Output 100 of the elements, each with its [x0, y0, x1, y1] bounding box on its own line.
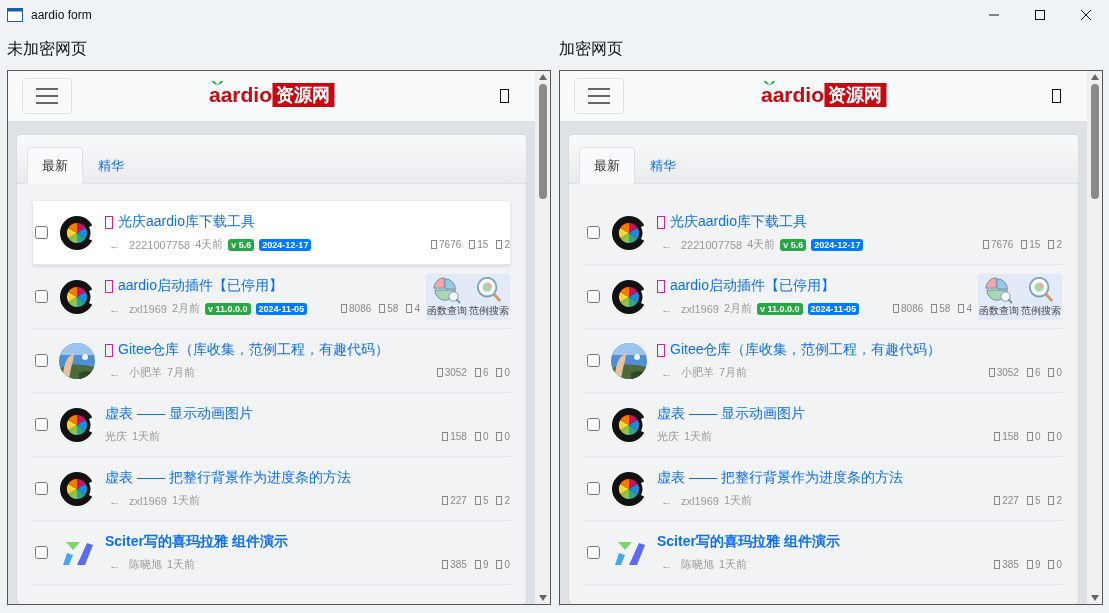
post-time: 1天前	[723, 493, 753, 508]
checkbox[interactable]	[35, 290, 48, 303]
topic-title-link[interactable]: 虚表 —— 显示动画图片	[105, 405, 253, 423]
box-icon	[496, 496, 503, 505]
version-badge: v 5.6	[228, 238, 255, 251]
tab[interactable]: 最新	[579, 147, 635, 184]
checkbox[interactable]	[587, 482, 600, 495]
logo-text: aardio	[209, 83, 272, 107]
stat-count: 2	[504, 239, 510, 250]
stat-count: 7676	[439, 239, 462, 250]
topic-title-link[interactable]: Gitee仓库（库收集，范例工程，有趣代码）	[670, 341, 942, 359]
menu-button[interactable]	[574, 78, 624, 114]
topic-row[interactable]: 光庆aardio库下载工具 ← 2221007758 4天前 v 5.6 2024-12-17 7676 15 2	[33, 201, 510, 265]
post-time: 1天前	[719, 557, 748, 572]
topic-row[interactable]: 虚表 —— 显示动画图片 光庆 1天前 158 0 0	[33, 393, 510, 457]
avatar-logo-icon	[59, 470, 95, 507]
author-name: 光庆	[105, 429, 127, 444]
checkbox[interactable]	[35, 546, 48, 559]
avatar-logo-icon	[611, 470, 647, 507]
stat-count: 0	[1056, 559, 1062, 570]
box-icon	[1048, 560, 1055, 569]
box-icon	[983, 240, 990, 249]
reply-arrow: ←	[109, 238, 120, 251]
logo-text: aardio	[761, 83, 824, 107]
box-icon	[474, 496, 481, 505]
scrollbar-thumb[interactable]	[538, 84, 547, 199]
author-name: zxl1969	[129, 494, 167, 507]
topic-title-link[interactable]: Gitee仓库（库收集，范例工程，有趣代码）	[118, 341, 390, 359]
tool-button[interactable]: 范例搜索	[468, 275, 510, 318]
stat-count: 0	[504, 431, 510, 442]
apple-leaf-icon	[211, 79, 223, 85]
topic-title-link[interactable]: Sciter写的喜玛拉雅 组件演示	[105, 533, 288, 551]
stat-count: 7676	[991, 239, 1014, 250]
topic-title-link[interactable]: aardio启动插件【已停用】	[670, 277, 835, 295]
checkbox[interactable]	[587, 290, 600, 303]
scrollbar-thumb[interactable]	[1090, 84, 1099, 199]
box-icon	[436, 368, 443, 377]
checkbox[interactable]	[587, 418, 600, 431]
topic-row[interactable]: aardio启动插件【已停用】 ← zxl1969 2月前 v 11.0.0.0 2024-11-05 8086 58 4 函数查询 范例搜索	[585, 265, 1062, 329]
topic-title-link[interactable]: 虚表 —— 显示动画图片	[657, 405, 805, 423]
topic-title-link[interactable]: 光庆aardio库下载工具	[118, 213, 255, 231]
checkbox[interactable]	[35, 226, 48, 239]
topic-row[interactable]: 虚表 —— 把整行背景作为进度条的方法 ← zxl1969 1天前 227 5 2	[585, 457, 1062, 521]
stat-count: 0	[504, 559, 510, 570]
scrollbar[interactable]	[1087, 71, 1102, 604]
date-badge: 2024-11-05	[807, 302, 860, 315]
box-icon	[1048, 496, 1055, 505]
tool-button[interactable]: 函数查询	[426, 275, 468, 318]
topic-title-link[interactable]: Sciter写的喜玛拉雅 组件演示	[657, 533, 840, 551]
post-time: 7月前	[167, 365, 196, 380]
box-icon	[1048, 368, 1055, 377]
stat-count: 0	[1056, 431, 1062, 442]
stat-count: 6	[482, 367, 489, 378]
scroll-down-icon	[1090, 595, 1099, 601]
author-name: 小肥羊	[681, 365, 714, 380]
checkbox[interactable]	[35, 354, 48, 367]
checkbox[interactable]	[587, 354, 600, 367]
reply-arrow: ←	[109, 366, 120, 379]
topic-title-link[interactable]: 虚表 —— 把整行背景作为进度条的方法	[105, 469, 351, 487]
tool-button[interactable]: 范例搜索	[1020, 275, 1062, 318]
checkbox[interactable]	[35, 482, 48, 495]
stat-count: 58	[387, 303, 399, 314]
box-icon	[474, 368, 481, 377]
reply-arrow: ←	[661, 494, 672, 507]
stat-count: 4	[966, 303, 972, 314]
topic-row[interactable]: aardio启动插件【已停用】 ← zxl1969 2月前 v 11.0.0.0 2024-11-05 8086 58 4 函数查询 范例搜索	[33, 265, 510, 329]
author-name: 陈晓旭	[681, 557, 714, 572]
box-icon	[1026, 432, 1033, 441]
topic-row[interactable]: Gitee仓库（库收集，范例工程，有趣代码） ← 小肥羊 7月前 3052 6 0	[585, 329, 1062, 393]
topic-row[interactable]: Sciter写的喜玛拉雅 组件演示 ← 陈晓旭 1天前 385 9 0	[585, 521, 1062, 585]
stat-count: 0	[482, 431, 489, 442]
checkbox[interactable]	[587, 226, 600, 239]
stat-count: 2	[504, 495, 510, 506]
tool-button[interactable]: 函数查询	[978, 275, 1020, 318]
topic-row[interactable]: Sciter写的喜玛拉雅 组件演示 ← 陈晓旭 1天前 385 9 0	[33, 521, 510, 585]
checkbox[interactable]	[587, 546, 600, 559]
author-name: 2221007758	[681, 238, 743, 251]
pie-chart-magnifier-icon	[433, 275, 461, 304]
checkbox[interactable]	[35, 418, 48, 431]
box-icon	[496, 240, 503, 249]
topic-row[interactable]: 虚表 —— 把整行背景作为进度条的方法 ← zxl1969 1天前 227 5 2	[33, 457, 510, 521]
topic-title-link[interactable]: 虚表 —— 把整行背景作为进度条的方法	[657, 469, 903, 487]
stat-count: 5	[1034, 495, 1041, 506]
tab[interactable]: 精华	[635, 147, 691, 184]
topic-row[interactable]: 光庆aardio库下载工具 ← 2221007758 4天前 v 5.6 2024-12-17 7676 15 2	[585, 201, 1062, 265]
tab[interactable]: 最新	[27, 147, 83, 184]
stat-count: 8086	[901, 303, 924, 314]
tab[interactable]: 精华	[83, 147, 139, 184]
topic-title-link[interactable]: 光庆aardio库下载工具	[670, 213, 807, 231]
scrollbar[interactable]	[535, 71, 550, 604]
box-icon	[496, 368, 503, 377]
topic-row[interactable]: 虚表 —— 显示动画图片 光庆 1天前 158 0 0	[585, 393, 1062, 457]
box-icon	[379, 304, 386, 313]
stat-count: 3052	[996, 367, 1019, 378]
topic-title-link[interactable]: aardio启动插件【已停用】	[118, 277, 283, 295]
stat-count: 15	[1029, 239, 1041, 250]
menu-button[interactable]	[22, 78, 72, 114]
stat-count: 2	[1056, 239, 1062, 250]
topic-row[interactable]: Gitee仓库（库收集，范例工程，有趣代码） ← 小肥羊 7月前 3052 6 0	[33, 329, 510, 393]
box-icon	[469, 240, 476, 249]
